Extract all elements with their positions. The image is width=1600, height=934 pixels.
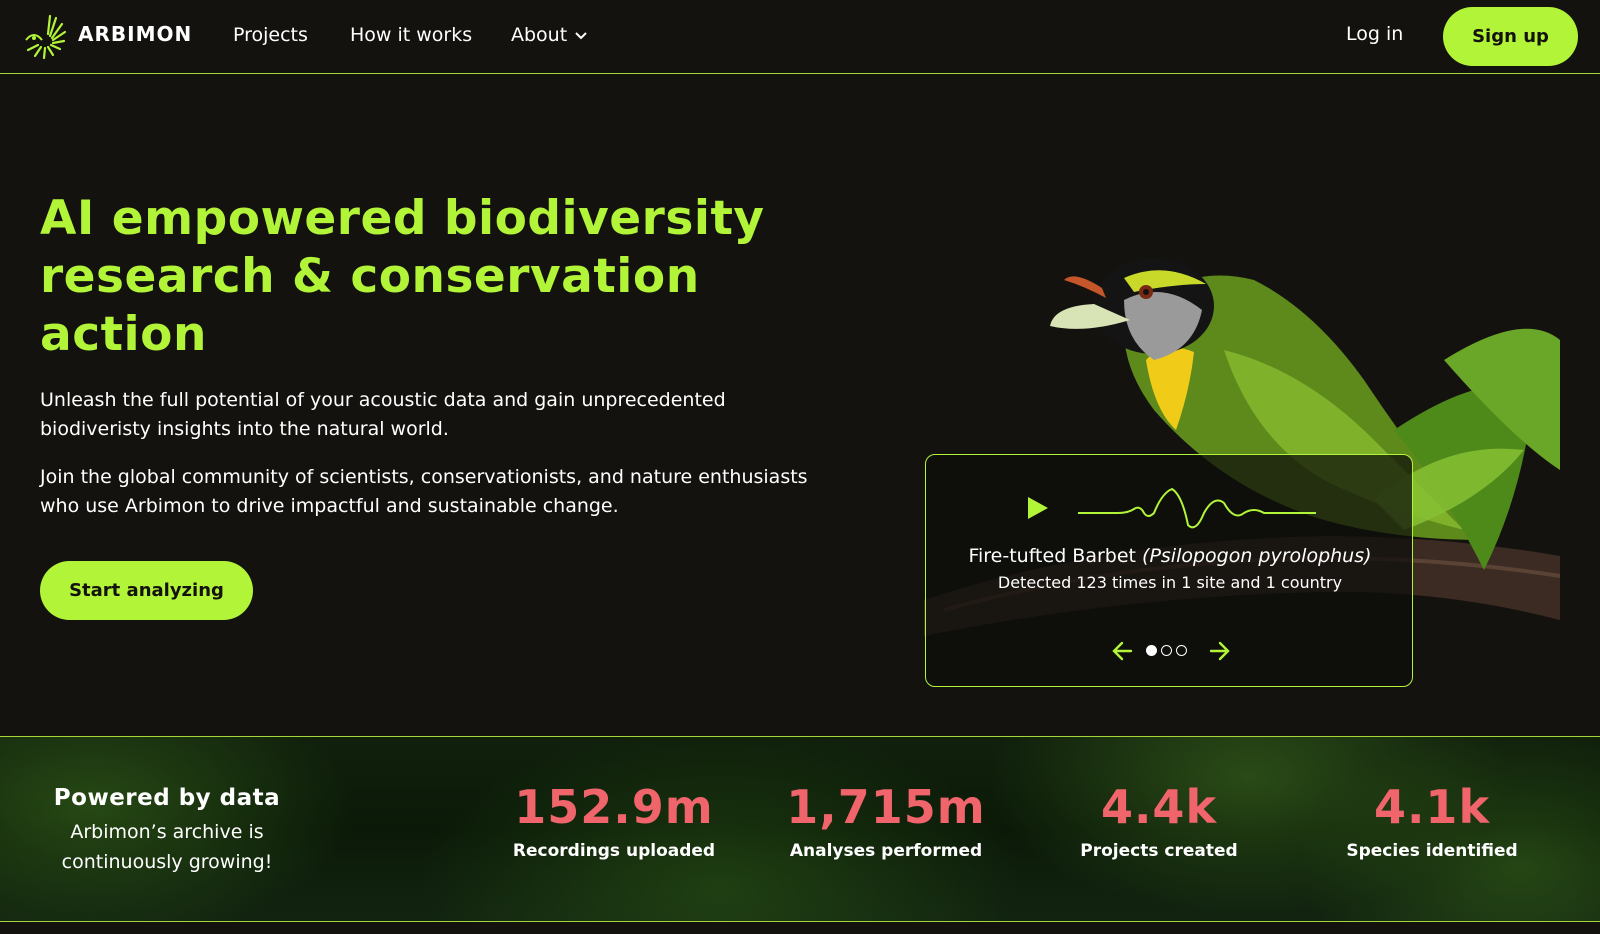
carousel-dot-2[interactable] xyxy=(1161,645,1172,656)
stat-value: 4.1k xyxy=(1373,780,1491,834)
arrow-right-icon[interactable] xyxy=(1207,639,1231,663)
nav-about-dropdown[interactable]: About xyxy=(511,24,587,46)
nav-how-it-works[interactable]: How it works xyxy=(350,24,472,46)
nav-projects[interactable]: Projects xyxy=(233,24,308,46)
login-link[interactable]: Log in xyxy=(1346,23,1403,45)
stat-species: 4.1k Species identified xyxy=(1307,779,1557,861)
stat-value: 152.9m xyxy=(514,780,714,834)
stat-recordings: 152.9m Recordings uploaded xyxy=(489,779,739,861)
nav-about-label: About xyxy=(511,24,568,46)
stats-band: Powered by data Arbimon’s archive is con… xyxy=(0,736,1600,922)
stat-analyses: 1,715m Analyses performed xyxy=(761,779,1011,861)
arrow-left-icon[interactable] xyxy=(1111,639,1135,663)
stat-label: Recordings uploaded xyxy=(512,841,716,861)
stat-projects: 4.4k Projects created xyxy=(1034,779,1284,861)
top-navbar: ARBIMON Projects How it works About Log … xyxy=(0,0,1600,74)
stat-label: Species identified xyxy=(1346,841,1518,861)
stat-value: 4.4k xyxy=(1100,780,1218,834)
species-common-name: Fire-tufted Barbet xyxy=(968,545,1136,567)
carousel-dot-3[interactable] xyxy=(1176,645,1187,656)
carousel-dot-1[interactable] xyxy=(1146,645,1157,656)
audio-waveform xyxy=(1078,487,1316,529)
stat-value: 1,715m xyxy=(786,780,986,834)
play-icon[interactable] xyxy=(1024,493,1052,523)
stats-heading: Powered by data xyxy=(53,785,281,811)
species-detection-summary: Detected 123 times in 1 site and 1 count… xyxy=(997,573,1343,592)
chevron-down-icon xyxy=(575,31,587,39)
hero-paragraph-1: Unleash the full potential of your acous… xyxy=(40,389,726,440)
carousel-controls xyxy=(1111,639,1231,663)
species-card: Fire-tufted Barbet (Psilopogon pyrolophu… xyxy=(925,454,1413,687)
signup-button[interactable]: Sign up xyxy=(1443,7,1578,66)
stat-label: Projects created xyxy=(1080,841,1238,861)
stats-subheading: Arbimon’s archive is continuously growin… xyxy=(61,821,273,873)
hero-paragraph-2: Join the global community of scientists,… xyxy=(40,466,808,517)
hero-title: AI empowered biodiversity research & con… xyxy=(40,191,765,362)
species-scientific-name: (Psilopogon pyrolophus) xyxy=(1142,545,1372,567)
start-analyzing-button[interactable]: Start analyzing xyxy=(40,561,253,620)
sunburst-bird-logo-icon[interactable] xyxy=(20,12,66,60)
brand-name[interactable]: ARBIMON xyxy=(78,22,192,46)
species-name: Fire-tufted Barbet (Psilopogon pyrolophu… xyxy=(926,545,1414,567)
stat-label: Analyses performed xyxy=(789,841,983,861)
